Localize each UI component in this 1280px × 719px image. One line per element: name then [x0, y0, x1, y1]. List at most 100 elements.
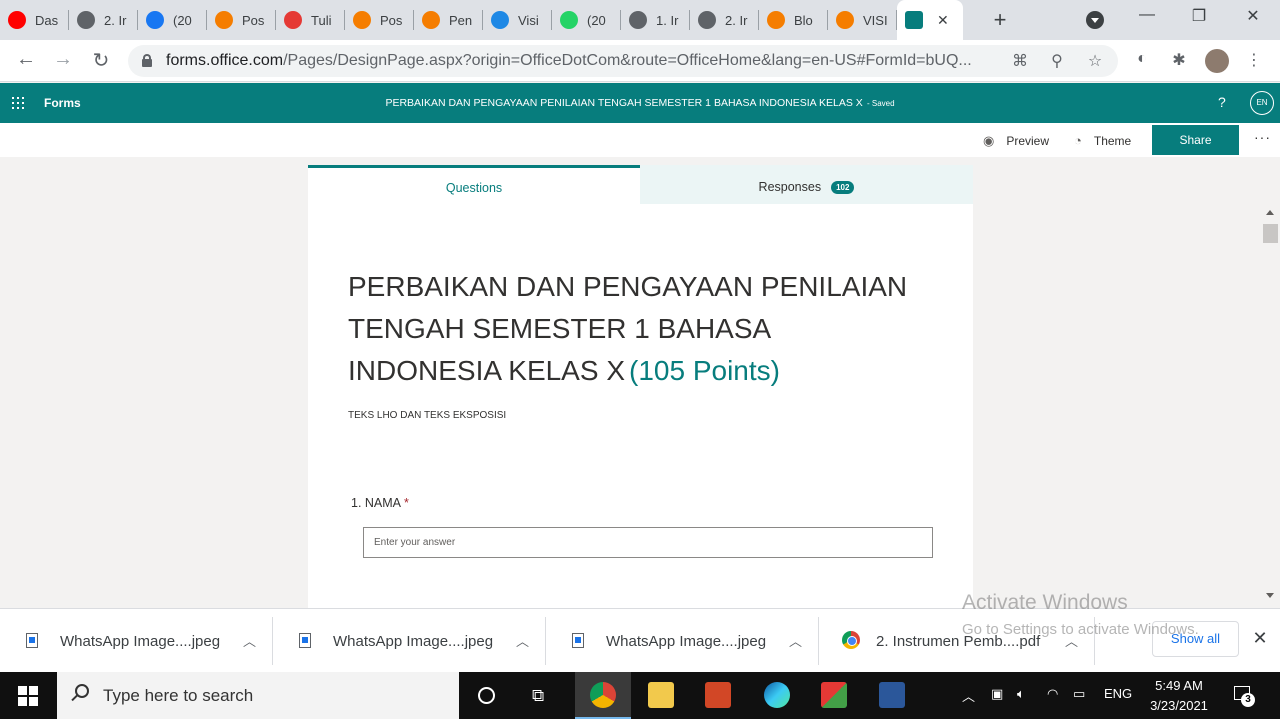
user-avatar[interactable]: EN [1250, 91, 1274, 115]
more-options-icon[interactable]: ··· [1254, 129, 1271, 145]
share-button[interactable]: Share [1152, 125, 1239, 155]
tray-chevron-icon[interactable]: ︿ [962, 686, 975, 705]
extension-icon[interactable]: ◐ [1132, 50, 1152, 68]
browser-tab[interactable]: Pos [207, 0, 276, 40]
activate-windows-subtitle: Go to Settings to activate Windows. [962, 621, 1199, 638]
powerpoint-icon[interactable] [705, 682, 731, 708]
taskbar-clock[interactable]: 5:49 AM 3/23/2021 [1146, 676, 1212, 716]
language-indicator[interactable]: ENG [1104, 686, 1132, 701]
form-description[interactable]: TEKS LHO DAN TEKS EKSPOSISI [348, 410, 506, 421]
download-item[interactable]: WhatsApp Image....jpeg ︿ [546, 609, 819, 673]
browser-menu-icon[interactable]: ⋮ [1244, 50, 1264, 70]
scroll-down-icon[interactable] [1266, 593, 1274, 598]
address-bar[interactable]: forms.office.com/Pages/DesignPage.aspx?o… [128, 45, 1118, 77]
url-host: forms.office.com [166, 52, 284, 69]
download-item[interactable]: WhatsApp Image....jpeg ︿ [273, 609, 546, 673]
question-1-answer-input[interactable] [363, 527, 933, 558]
globe-icon [629, 11, 647, 29]
theme-button[interactable]: ◔ Theme [1074, 133, 1131, 148]
browser-tab[interactable]: Pen [414, 0, 483, 40]
question-1-label[interactable]: 1. NAMA * [351, 496, 409, 510]
form-title[interactable]: PERBAIKAN DAN PENGAYAAN PENILAIAN TENGAH… [348, 266, 928, 392]
download-item[interactable]: WhatsApp Image....jpeg ︿ [0, 609, 273, 673]
browser-tab-label: Pos [242, 12, 265, 28]
zoom-icon[interactable]: ⚲ [1047, 51, 1067, 71]
url-path: /Pages/DesignPage.aspx?origin=OfficeDotC… [283, 52, 972, 69]
browser-tab[interactable]: Pos [345, 0, 414, 40]
close-tab-icon[interactable]: ✕ [937, 12, 949, 29]
network-icon[interactable]: ◠ [1047, 686, 1058, 702]
browser-tab-label: Tuli [311, 12, 332, 28]
chrome-taskbar-icon[interactable] [590, 682, 616, 708]
download-filename: WhatsApp Image....jpeg [60, 633, 221, 650]
browser-tab[interactable]: Blo [759, 0, 828, 40]
edge-icon[interactable] [764, 682, 790, 708]
taskbar-search-box[interactable]: Type here to search [57, 672, 459, 719]
url-text[interactable]: forms.office.com/Pages/DesignPage.aspx?o… [166, 52, 972, 70]
download-shelf: WhatsApp Image....jpeg ︿ WhatsApp Image.… [0, 608, 1280, 672]
blogger-icon [836, 11, 854, 29]
notification-icon[interactable]: 3 [1234, 686, 1255, 707]
close-window-icon[interactable]: ✕ [1239, 6, 1267, 26]
chevron-up-icon[interactable]: ︿ [789, 631, 802, 650]
forward-icon[interactable]: → [50, 48, 76, 71]
app-taskbar-icon[interactable] [821, 682, 847, 708]
blogger-icon [767, 11, 785, 29]
browser-tab[interactable]: VISI [828, 0, 897, 40]
help-icon[interactable]: ? [1218, 94, 1226, 110]
document-title: PERBAIKAN DAN PENGAYAAN PENILAIAN TENGAH… [0, 97, 1280, 109]
windows-start-icon[interactable] [18, 686, 38, 706]
bookmark-star-icon[interactable]: ☆ [1085, 51, 1105, 71]
volume-icon[interactable]: 🔈︎ [1017, 686, 1025, 702]
meet-now-icon[interactable]: ▣ [991, 686, 1003, 702]
browser-tab-label: Pos [380, 12, 403, 28]
image-file-icon [299, 633, 311, 648]
restore-icon[interactable]: ❐ [1185, 6, 1213, 26]
image-file-icon [26, 633, 38, 648]
new-tab-icon[interactable]: + [985, 7, 1015, 33]
scroll-up-icon[interactable] [1266, 210, 1274, 215]
close-shelf-icon[interactable]: ✕ [1250, 628, 1270, 649]
back-icon[interactable]: ← [13, 48, 39, 71]
blogger-icon [215, 11, 233, 29]
tab-questions[interactable]: Questions [308, 165, 640, 204]
red-app-icon [284, 11, 302, 29]
tab-search-icon[interactable] [1086, 11, 1104, 29]
browser-tab[interactable]: Das [0, 0, 69, 40]
file-explorer-icon[interactable] [648, 682, 674, 708]
profile-avatar[interactable] [1205, 49, 1229, 73]
lock-icon[interactable] [142, 54, 152, 67]
translate-icon[interactable]: ⌘ [1010, 51, 1030, 71]
notification-count: 3 [1241, 693, 1255, 707]
browser-tab-label: Das [35, 12, 59, 28]
task-view-icon[interactable]: ⧉ [532, 686, 544, 706]
form-tabs: Questions Responses 102 [308, 165, 973, 204]
form-points: (105 Points) [629, 355, 780, 386]
battery-icon[interactable]: ▭ [1073, 686, 1085, 702]
browser-tab-label: 2. Ir [104, 12, 127, 28]
chevron-up-icon[interactable]: ︿ [243, 631, 256, 650]
browser-tab[interactable]: (20 [552, 0, 621, 40]
preview-label: Preview [1006, 134, 1050, 148]
browser-tab[interactable]: Tuli [276, 0, 345, 40]
cortana-icon[interactable] [478, 687, 495, 704]
browser-tab[interactable]: 2. Ir [690, 0, 759, 40]
forms-header: Forms PERBAIKAN DAN PENGAYAAN PENILAIAN … [0, 83, 1280, 123]
scroll-thumb[interactable] [1263, 224, 1278, 243]
minimize-icon[interactable]: — [1133, 6, 1161, 24]
browser-tab-active[interactable]: ✕ [897, 0, 963, 40]
browser-tab[interactable]: 2. Ir [69, 0, 138, 40]
browser-tab[interactable]: 1. Ir [621, 0, 690, 40]
browser-tab-label: 1. Ir [656, 12, 679, 28]
scrollbar[interactable] [1262, 207, 1278, 607]
extensions-puzzle-icon[interactable]: ✱ [1169, 50, 1189, 70]
doc-title-text: PERBAIKAN DAN PENGAYAAN PENILAIAN TENGAH… [385, 97, 863, 109]
word-icon[interactable] [879, 682, 905, 708]
reload-icon[interactable]: ↻ [88, 48, 114, 73]
preview-button[interactable]: ◉ Preview [983, 133, 1049, 149]
browser-tab[interactable]: Visi [483, 0, 552, 40]
chevron-up-icon[interactable]: ︿ [516, 631, 529, 650]
browser-tab[interactable]: (20 [138, 0, 207, 40]
download-item[interactable]: 2. Instrumen Pemb....pdf ︿ [822, 609, 1095, 673]
tab-responses[interactable]: Responses 102 [640, 165, 973, 204]
